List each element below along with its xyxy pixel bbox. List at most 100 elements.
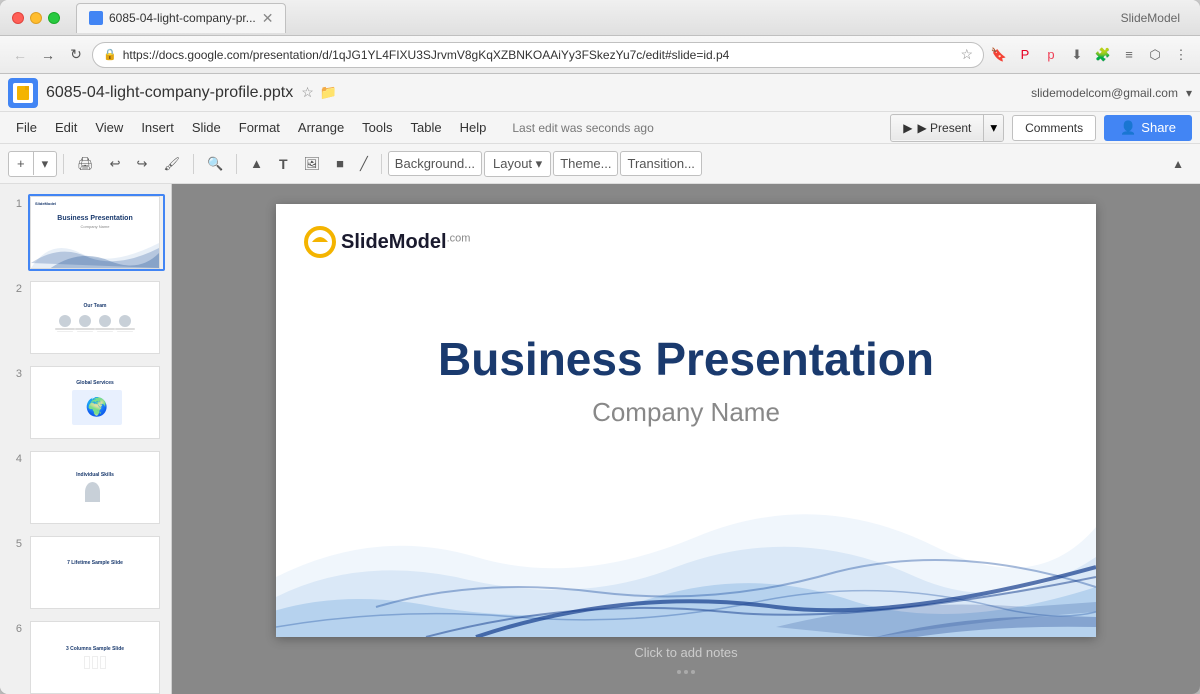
undo-button[interactable]: ↩ xyxy=(103,151,128,177)
network-icon[interactable]: ⬡ xyxy=(1144,44,1166,66)
browser-actions: 🔖 P p ⬇ 🧩 ≡ ⬡ ⋮ xyxy=(988,44,1192,66)
present-dropdown-button[interactable]: ▾ xyxy=(983,115,1003,141)
slide-number-6: 6 xyxy=(6,623,22,635)
menu-insert[interactable]: Insert xyxy=(133,116,182,139)
share-button[interactable]: 👤 Share xyxy=(1104,115,1192,141)
minimize-button[interactable] xyxy=(30,12,42,24)
title-actions: ☆ 📁 xyxy=(301,84,337,101)
image-tool-button[interactable]: 🖼 xyxy=(297,151,328,177)
background-button[interactable]: Background... xyxy=(388,151,482,176)
slide-thumb-canvas-5: 7 Lifetime Sample Slide xyxy=(28,534,165,611)
play-icon: ▶ xyxy=(903,121,912,135)
notes-placeholder: Click to add notes xyxy=(634,645,737,660)
slide-thumbnail-5[interactable]: 5 7 Lifetime Sample Slide xyxy=(4,532,167,613)
wave-background xyxy=(276,347,1096,637)
browser-tab[interactable]: 6085-04-light-company-pr... ✕ xyxy=(76,3,286,33)
slide-thumbnail-4[interactable]: 4 Individual Skills xyxy=(4,447,167,528)
download-icon[interactable]: ⬇ xyxy=(1066,44,1088,66)
slide-number-5: 5 xyxy=(6,538,22,550)
pocket-icon[interactable]: p xyxy=(1040,44,1062,66)
google-slides-logo xyxy=(8,78,38,108)
slide-thumbnail-3[interactable]: 3 Global Services 🌍 xyxy=(4,362,167,443)
slide-thumb-canvas-3: Global Services 🌍 xyxy=(28,364,165,441)
slide-number-3: 3 xyxy=(6,368,22,380)
toolbar-separator-2 xyxy=(193,154,194,174)
slide-canvas[interactable]: SlideModel.com Business Presentation Com… xyxy=(276,204,1096,637)
comments-button[interactable]: Comments xyxy=(1012,115,1096,141)
star-file-icon[interactable]: ☆ xyxy=(301,84,314,101)
menu-bar: File Edit View Insert Slide Format Arran… xyxy=(0,112,1200,144)
close-button[interactable] xyxy=(12,12,24,24)
menu-icon[interactable]: ⋮ xyxy=(1170,44,1192,66)
toolbar-separator-3 xyxy=(236,154,237,174)
forward-button[interactable]: → xyxy=(36,43,60,67)
select-tool-button[interactable]: ▲ xyxy=(243,151,270,176)
theme-label: Theme... xyxy=(560,156,611,171)
back-button[interactable]: ← xyxy=(8,43,32,67)
slide-notes-area[interactable]: Click to add notes xyxy=(276,637,1096,668)
menu-slide[interactable]: Slide xyxy=(184,116,229,139)
print-button[interactable]: 🖨 xyxy=(70,151,101,177)
menu-tools[interactable]: Tools xyxy=(354,116,400,139)
present-label: ▶ Present xyxy=(917,121,971,135)
toolbar: + ▾ 🖨 ↩ ↪ 🖌 🔍 ▲ T 🖼 ■ ╱ Background... La… xyxy=(0,144,1200,184)
menu-view[interactable]: View xyxy=(87,116,131,139)
slidemodel-logo-icon xyxy=(304,226,336,258)
slide-editor: SlideModel.com Business Presentation Com… xyxy=(172,184,1200,694)
add-slide-group: + ▾ xyxy=(8,151,57,177)
add-slide-button[interactable]: + xyxy=(9,152,34,175)
layers-icon[interactable]: ≡ xyxy=(1118,44,1140,66)
pinterest-icon[interactable]: P xyxy=(1014,44,1036,66)
menu-file[interactable]: File xyxy=(8,116,45,139)
slide-thumbnail-6[interactable]: 6 3 Columns Sample Slide xyxy=(4,617,167,694)
slide-thumb-canvas-1: SlideModel Business Presentation Company… xyxy=(28,194,165,271)
background-label: Background... xyxy=(395,156,475,171)
menu-arrange[interactable]: Arrange xyxy=(290,116,352,139)
shape-tool-button[interactable]: ■ xyxy=(329,151,351,176)
text-tool-button[interactable]: T xyxy=(272,151,295,177)
folder-icon[interactable]: 📁 xyxy=(320,84,337,101)
maximize-button[interactable] xyxy=(48,12,60,24)
transition-button[interactable]: Transition... xyxy=(620,151,701,176)
star-icon[interactable]: ☆ xyxy=(960,46,973,63)
transition-label: Transition... xyxy=(627,156,694,171)
collapse-toolbar-button[interactable]: ▲ xyxy=(1164,153,1192,175)
tab-title: 6085-04-light-company-pr... xyxy=(109,11,256,25)
slide-thumb-canvas-6: 3 Columns Sample Slide xyxy=(28,619,165,694)
layout-label: Layout ▾ xyxy=(493,156,542,172)
user-dropdown-icon[interactable]: ▾ xyxy=(1186,86,1192,100)
toolbar-separator-1 xyxy=(63,154,64,174)
scroll-indicator xyxy=(677,670,695,674)
menu-help[interactable]: Help xyxy=(452,116,495,139)
slide-thumbnail-2[interactable]: 2 Our Team xyxy=(4,277,167,358)
present-button[interactable]: ▶ ▶ Present xyxy=(891,116,983,140)
menu-format[interactable]: Format xyxy=(231,116,288,139)
logo-area: SlideModel.com xyxy=(304,226,470,258)
bookmark-icon[interactable]: 🔖 xyxy=(988,44,1010,66)
user-email: slidemodelcom@gmail.com xyxy=(1031,86,1178,100)
slides-panel: 1 SlideModel Business Presentation Compa… xyxy=(0,184,172,694)
theme-button[interactable]: Theme... xyxy=(553,151,618,176)
extension-icon[interactable]: 🧩 xyxy=(1092,44,1114,66)
traffic-lights xyxy=(12,12,60,24)
tab-close-icon[interactable]: ✕ xyxy=(262,10,274,27)
redo-button[interactable]: ↪ xyxy=(130,151,155,177)
slide-thumbnail-1[interactable]: 1 SlideModel Business Presentation Compa… xyxy=(4,192,167,273)
menu-edit[interactable]: Edit xyxy=(47,116,85,139)
app-titlebar: 6085-04-light-company-profile.pptx ☆ 📁 s… xyxy=(0,74,1200,112)
logo-main-text: SlideModel xyxy=(341,231,447,253)
add-slide-dropdown[interactable]: ▾ xyxy=(34,152,57,176)
header-right-buttons: ▶ ▶ Present ▾ Comments 👤 Share xyxy=(890,114,1192,142)
address-bar[interactable]: 🔒 https://docs.google.com/presentation/d… xyxy=(92,42,984,68)
menu-table[interactable]: Table xyxy=(403,116,450,139)
app-name: SlideModel xyxy=(1121,11,1188,25)
line-tool-button[interactable]: ╱ xyxy=(353,151,375,177)
slide-number-2: 2 xyxy=(6,283,22,295)
format-paint-button[interactable]: 🖌 xyxy=(156,151,187,177)
layout-button[interactable]: Layout ▾ xyxy=(484,151,551,177)
address-text: https://docs.google.com/presentation/d/1… xyxy=(123,48,955,62)
refresh-button[interactable]: ↻ xyxy=(64,43,88,67)
slide-thumb-canvas-4: Individual Skills xyxy=(28,449,165,526)
last-edit-status: Last edit was seconds ago xyxy=(512,121,653,135)
zoom-button[interactable]: 🔍 xyxy=(200,151,230,177)
